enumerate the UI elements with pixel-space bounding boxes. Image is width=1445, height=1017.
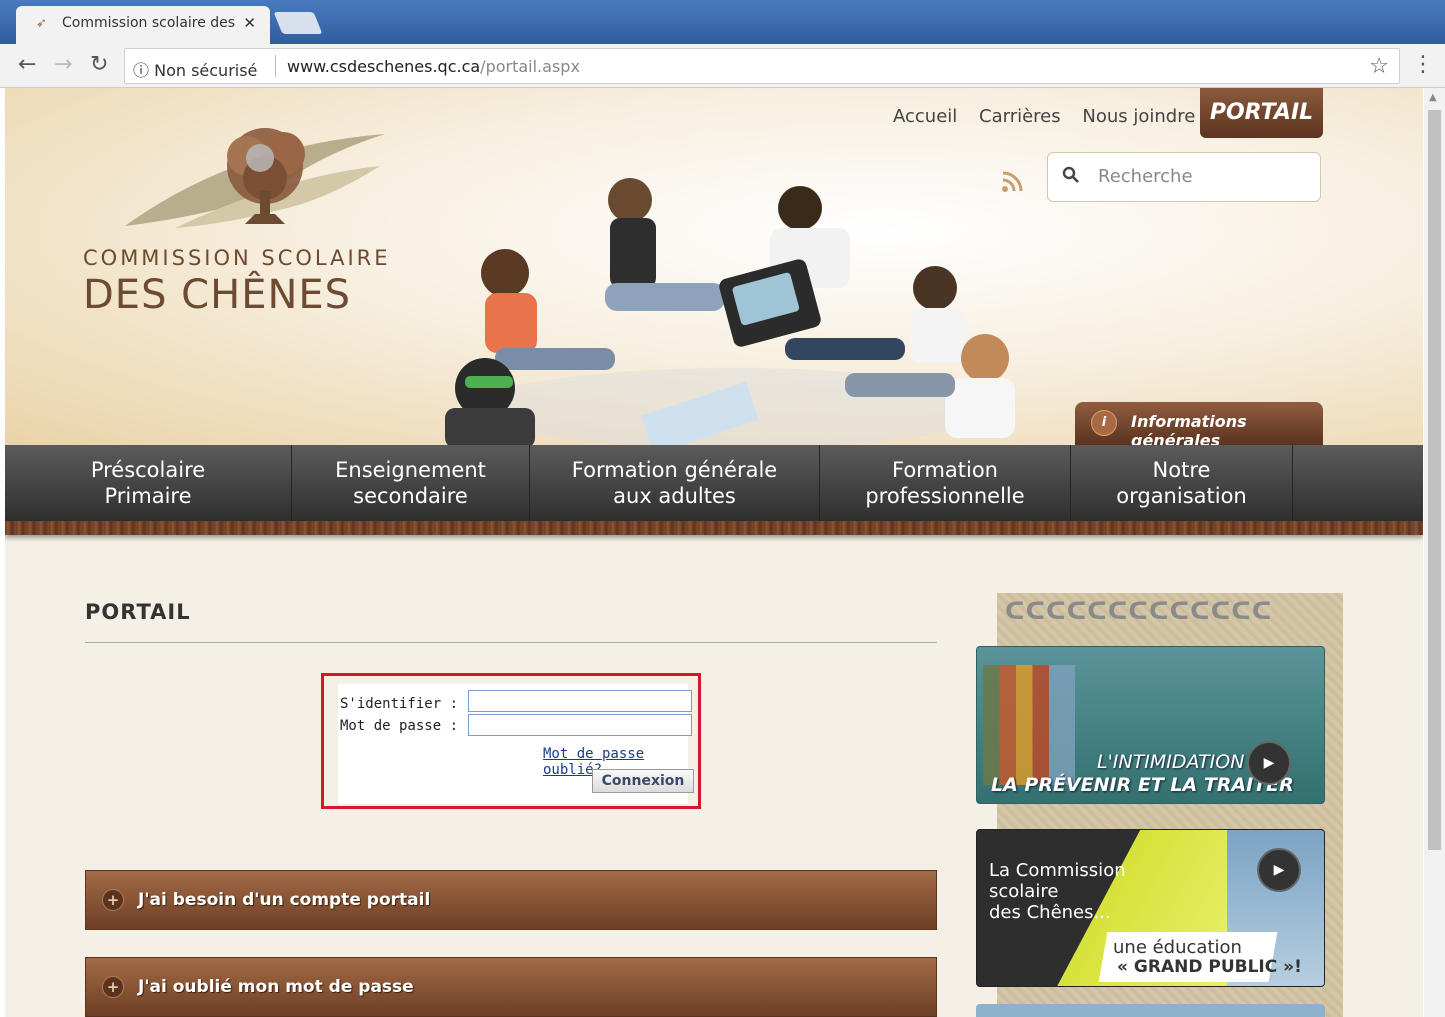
- tagline-line2: « GRAND PUBLIC »!: [1117, 957, 1302, 977]
- browser-toolbar: ← → ↻ ⓘ Non sécurisé www.csdeschenes.qc.…: [0, 44, 1445, 88]
- third-banner[interactable]: [976, 1004, 1325, 1017]
- scroll-up-icon[interactable]: ▲: [1429, 92, 1437, 103]
- search-icon[interactable]: [1062, 166, 1080, 188]
- search-box[interactable]: Recherche: [1047, 152, 1321, 202]
- nav-label-line2: aux adultes: [613, 484, 736, 508]
- oak-tree-logo-icon[interactable]: [115, 106, 395, 246]
- banner-text-line3: des Chênes...: [989, 902, 1111, 923]
- security-indicator[interactable]: ⓘ Non sécurisé: [133, 57, 257, 81]
- info-icon: i: [1091, 410, 1117, 436]
- nav-label-line1: Formation générale: [571, 458, 778, 482]
- logo-text-line1[interactable]: COMMISSION SCOLAIRE: [83, 246, 391, 270]
- grand-public-banner[interactable]: La Commission scolaire des Chênes... une…: [976, 829, 1325, 987]
- username-input[interactable]: [468, 690, 692, 712]
- nav-notre-organisation[interactable]: Notre organisation: [1071, 445, 1293, 521]
- browser-tab[interactable]: ➶ Commission scolaire des ✕: [16, 6, 270, 44]
- main-navigation: Préscolaire Primaire Enseignement second…: [5, 445, 1423, 521]
- accordion-forgot-password[interactable]: + J'ai oublié mon mot de passe: [85, 957, 937, 1017]
- title-divider: [85, 642, 937, 643]
- banner-text: La Commission scolaire des Chênes...: [989, 860, 1126, 923]
- tagline-line1: une éducation: [1113, 937, 1242, 958]
- tab-title: Commission scolaire des: [62, 15, 236, 31]
- accordion-label: J'ai oublié mon mot de passe: [138, 977, 414, 997]
- wood-divider: [5, 521, 1423, 535]
- search-input[interactable]: Recherche: [1098, 166, 1193, 187]
- plus-icon: +: [102, 976, 124, 998]
- lockers-image: [983, 665, 1075, 785]
- play-icon[interactable]: ▶: [1247, 741, 1291, 785]
- logo-text-line2[interactable]: DES CHÊNES: [83, 272, 351, 318]
- close-icon[interactable]: ✕: [243, 14, 256, 32]
- password-input[interactable]: [468, 714, 692, 736]
- vertical-scrollbar[interactable]: ▲: [1424, 88, 1445, 1017]
- reload-icon[interactable]: ↻: [90, 52, 108, 77]
- banner-text-line1: La Commission: [989, 860, 1126, 881]
- banner-text-line2: scolaire: [989, 881, 1059, 902]
- login-panel: S'identifier : Mot de passe : Mot de pas…: [338, 684, 694, 804]
- nav-label-line2: Primaire: [104, 484, 192, 508]
- students-photo: [445, 178, 1015, 448]
- url-text[interactable]: www.csdeschenes.qc.ca/portail.aspx: [287, 57, 580, 76]
- rss-icon[interactable]: [1000, 170, 1024, 200]
- banner-subtitle: LA PRÉVENIR ET LA TRAITER: [991, 774, 1294, 796]
- login-form-highlight: S'identifier : Mot de passe : Mot de pas…: [321, 673, 701, 809]
- browser-menu-icon[interactable]: ⋮: [1412, 52, 1434, 77]
- site-header: COMMISSION SCOLAIRE DES CHÊNES Accueil C…: [5, 88, 1423, 450]
- nav-formation-generale-adultes[interactable]: Formation générale aux adultes: [530, 445, 820, 521]
- back-icon[interactable]: ←: [18, 52, 36, 77]
- username-label: S'identifier :: [340, 696, 459, 712]
- nav-label-line1: Préscolaire: [90, 458, 206, 482]
- scrollbar-thumb[interactable]: [1428, 110, 1441, 850]
- spiral-rings: ᑕᑕᑕᑕᑕᑕᑕᑕᑕᑕᑕᑕᑕ: [1005, 597, 1273, 625]
- address-bar[interactable]: ⓘ Non sécurisé www.csdeschenes.qc.ca/por…: [124, 48, 1400, 84]
- link-carrieres[interactable]: Carrières: [979, 106, 1061, 127]
- nav-prescolaire-primaire[interactable]: Préscolaire Primaire: [5, 445, 292, 521]
- forward-icon[interactable]: →: [54, 52, 72, 77]
- nav-label-line2: professionnelle: [865, 484, 1025, 508]
- divider: [275, 55, 276, 77]
- nav-formation-professionnelle[interactable]: Formation professionnelle: [820, 445, 1071, 521]
- accordion-label: J'ai besoin d'un compte portail: [138, 890, 431, 910]
- password-label: Mot de passe :: [340, 718, 459, 734]
- link-accueil[interactable]: Accueil: [893, 106, 957, 127]
- accordion-need-account[interactable]: + J'ai besoin d'un compte portail: [85, 870, 937, 930]
- nav-label-line1: Enseignement: [335, 458, 486, 482]
- banner-title: L'INTIMIDATION: [1097, 751, 1245, 773]
- web-page: COMMISSION SCOLAIRE DES CHÊNES Accueil C…: [5, 88, 1423, 1017]
- nav-label-line2: secondaire: [353, 484, 468, 508]
- nav-enseignement-secondaire[interactable]: Enseignement secondaire: [292, 445, 530, 521]
- nav-label-line2: organisation: [1116, 484, 1247, 508]
- page-title: PORTAIL: [85, 600, 191, 624]
- top-links: Accueil Carrières Nous joindre: [893, 106, 1211, 127]
- link-nous-joindre[interactable]: Nous joindre: [1082, 106, 1195, 127]
- nav-label-line1: Formation: [892, 458, 998, 482]
- portail-tab[interactable]: PORTAIL: [1200, 88, 1323, 138]
- intimidation-banner[interactable]: L'INTIMIDATION LA PRÉVENIR ET LA TRAITER…: [976, 646, 1325, 804]
- new-tab-button[interactable]: [273, 12, 323, 34]
- favicon-icon: ➶: [36, 16, 47, 31]
- connexion-button[interactable]: Connexion: [592, 769, 694, 793]
- play-icon[interactable]: ▶: [1257, 848, 1301, 892]
- plus-icon: +: [102, 889, 124, 911]
- informations-generales-tab[interactable]: i Informations générales: [1075, 402, 1323, 450]
- nav-label-line1: Notre: [1152, 458, 1211, 482]
- browser-tab-bar: ➶ Commission scolaire des ✕: [0, 0, 1445, 44]
- bookmark-star-icon[interactable]: ☆: [1369, 54, 1389, 79]
